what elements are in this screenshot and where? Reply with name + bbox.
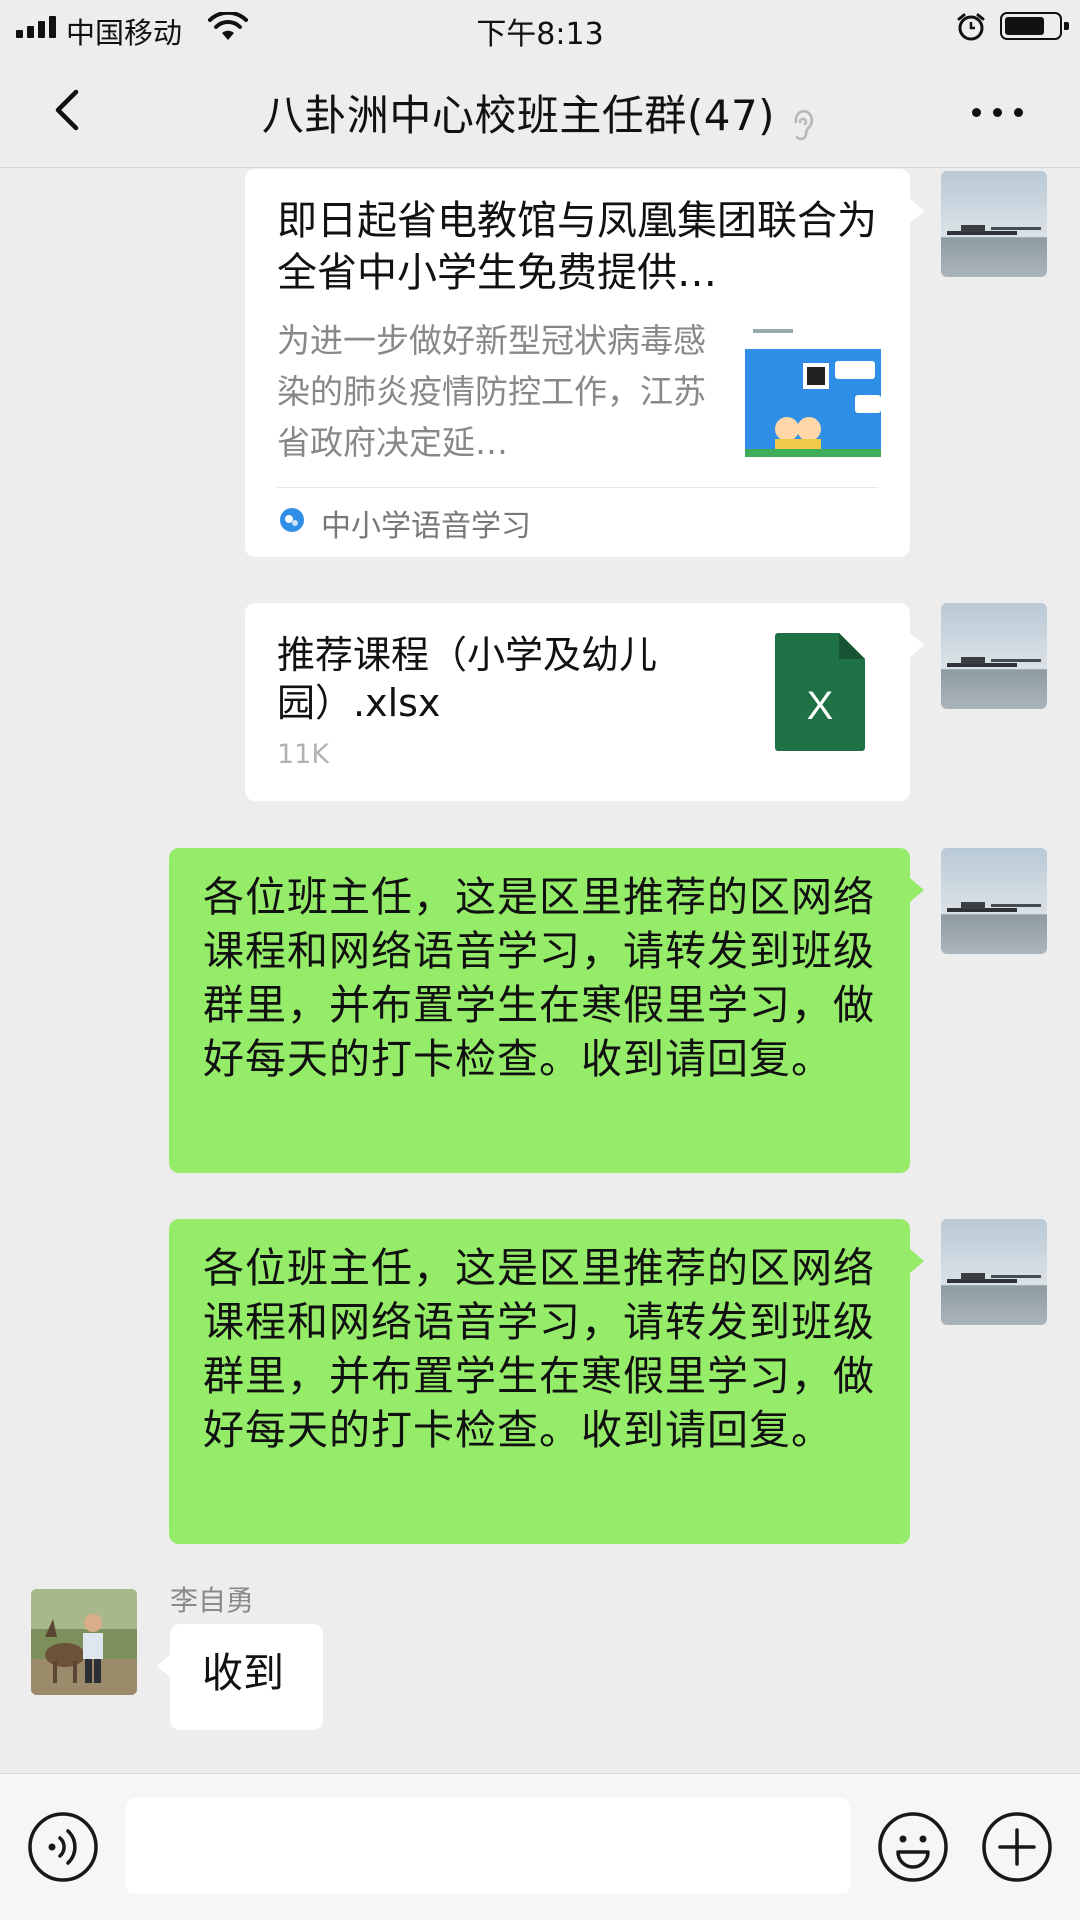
excel-file-icon: X: [775, 633, 865, 751]
message-input[interactable]: [126, 1798, 850, 1894]
message-text: 各位班主任，这是区里推荐的区网络课程和网络语音学习，请转发到班级群里，并布置学生…: [203, 873, 875, 1083]
text-message[interactable]: 各位班主任，这是区里推荐的区网络课程和网络语音学习，请转发到班级群里，并布置学生…: [169, 1219, 924, 1544]
link-thumbnail: [745, 321, 881, 457]
file-size: 11K: [277, 739, 330, 770]
link-title: 即日起省电教馆与凤凰集团联合为全省中小学生免费提供…: [277, 198, 877, 296]
self-avatar[interactable]: [941, 603, 1047, 709]
self-avatar[interactable]: [941, 171, 1047, 277]
chat-title-wrapper[interactable]: 八卦洲中心校班主任群(47): [0, 82, 1080, 146]
link-divider: [277, 487, 878, 488]
status-time: 下午8:13: [476, 17, 604, 52]
sender-avatar[interactable]: [31, 1589, 137, 1695]
status-bar: 中国移动 下午8:13: [0, 0, 1080, 54]
message-text: 收到: [202, 1649, 284, 1697]
message-list[interactable]: 即日起省电教馆与凤凰集团联合为全省中小学生免费提供… 为进一步做好新型冠状病毒感…: [0, 169, 1080, 1773]
link-description: 为进一步做好新型冠状病毒感染的肺炎疫情防控工作，江苏省政府决定延…: [277, 321, 706, 462]
file-name: 推荐课程（小学及幼儿园）.xlsx: [277, 633, 658, 725]
mini-program-icon: [280, 508, 304, 532]
alarm-icon: [957, 13, 985, 41]
battery-icon: [1000, 12, 1069, 40]
self-avatar[interactable]: [941, 1219, 1047, 1325]
file-message[interactable]: 推荐课程（小学及幼儿园）.xlsx 11K X: [245, 603, 924, 801]
chat-title: 八卦洲中心校班主任群(47): [261, 91, 776, 140]
link-card-message[interactable]: 即日起省电教馆与凤凰集团联合为全省中小学生免费提供… 为进一步做好新型冠状病毒感…: [245, 169, 924, 557]
self-avatar[interactable]: [941, 848, 1047, 954]
sender-name: 李自勇: [170, 1584, 255, 1617]
text-message[interactable]: 各位班主任，这是区里推荐的区网络课程和网络语音学习，请转发到班级群里，并布置学生…: [169, 848, 924, 1173]
input-bar: [0, 1773, 1080, 1920]
svg-text:X: X: [807, 684, 834, 728]
ear-icon: [794, 109, 814, 140]
received-text-message[interactable]: 收到: [157, 1624, 323, 1730]
plus-icon[interactable]: [980, 1810, 1054, 1884]
message-text: 各位班主任，这是区里推荐的区网络课程和网络语音学习，请转发到班级群里，并布置学生…: [203, 1244, 875, 1454]
emoji-icon[interactable]: [876, 1810, 950, 1884]
nav-bar: 八卦洲中心校班主任群(47): [0, 54, 1080, 168]
link-source: 中小学语音学习: [321, 509, 531, 544]
more-dots-icon[interactable]: [966, 92, 1030, 132]
voice-icon[interactable]: [26, 1810, 100, 1884]
